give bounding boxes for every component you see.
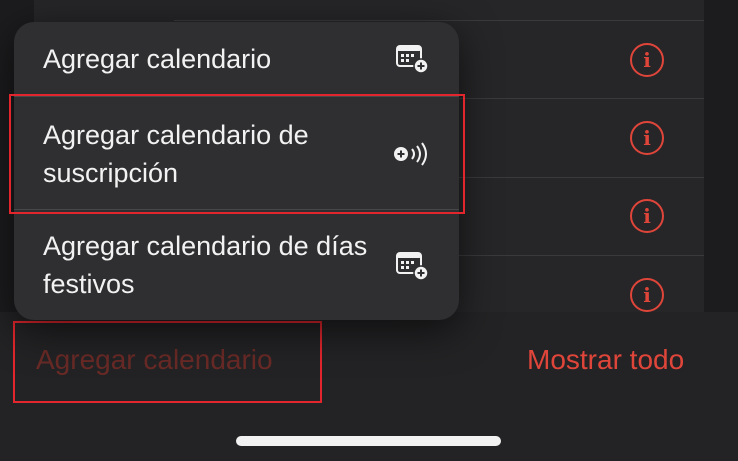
show-all-button[interactable]: Mostrar todo xyxy=(527,344,684,376)
subscription-highlight xyxy=(9,94,465,214)
menu-item-label: Agregar calendario xyxy=(43,44,272,74)
calendar-add-icon xyxy=(396,45,429,74)
info-icon[interactable]: i xyxy=(630,278,664,312)
home-indicator xyxy=(236,436,501,446)
info-icon[interactable]: i xyxy=(630,121,664,155)
menu-item-add-holidays[interactable]: Agregar calendario de días festivos xyxy=(14,227,459,303)
menu-item-add-calendar[interactable]: Agregar calendario xyxy=(14,40,459,78)
menu-item-label: Agregar calendario de días festivos xyxy=(43,231,368,299)
holiday-calendar-add-icon xyxy=(396,252,429,281)
info-icon[interactable]: i xyxy=(630,199,664,233)
list-divider xyxy=(174,20,704,21)
add-calendar-highlight xyxy=(13,321,322,403)
info-icon[interactable]: i xyxy=(630,43,664,77)
